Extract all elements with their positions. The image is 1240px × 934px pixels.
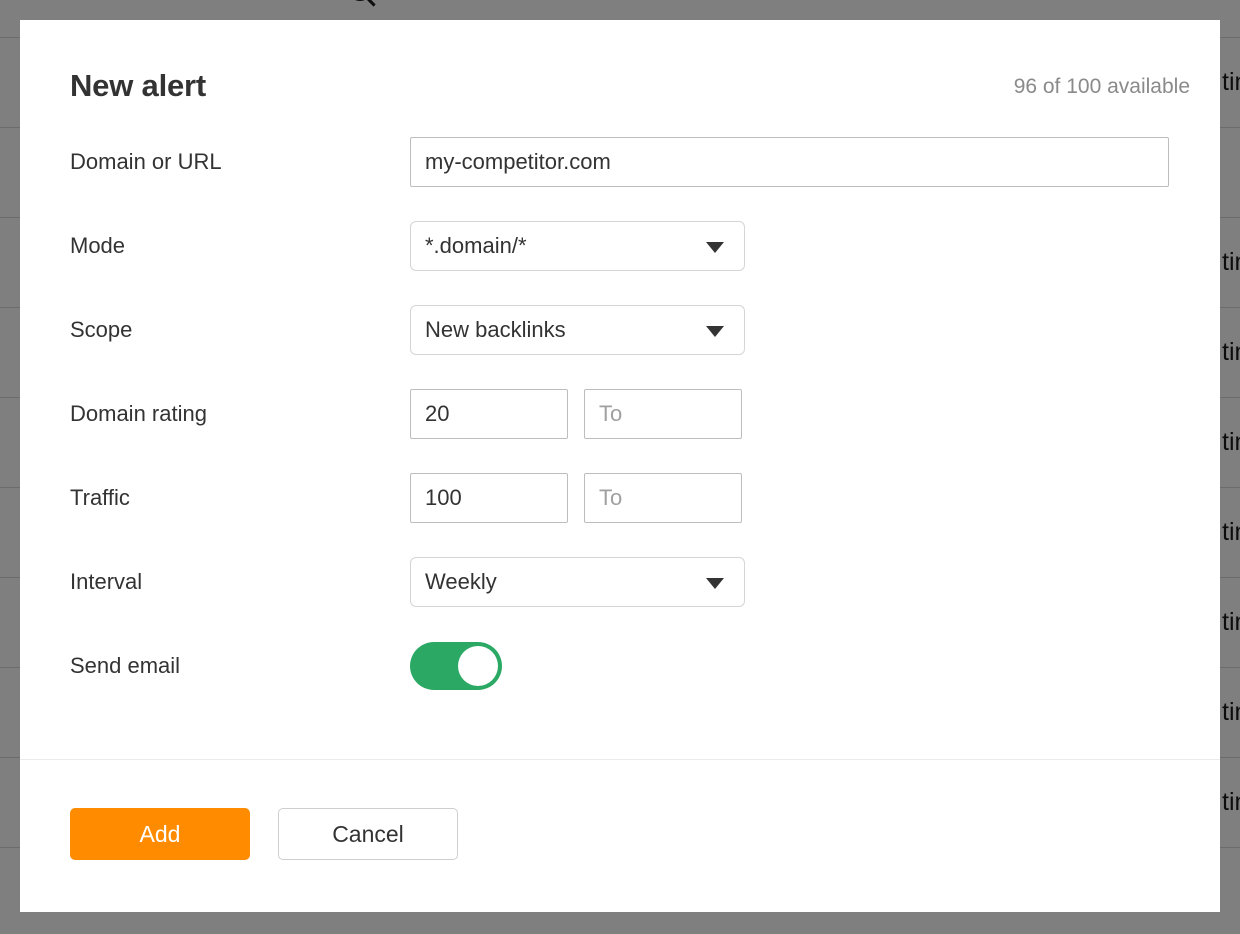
send-email-control — [410, 642, 502, 690]
chevron-down-icon — [706, 326, 724, 337]
page-root: URL New backlinks All All tim tim tim ti… — [0, 0, 1240, 934]
scope-control: New backlinks — [410, 305, 745, 355]
quota-label: 96 of 100 available — [1013, 75, 1190, 98]
send-email-label: Send email — [70, 653, 181, 678]
domain-rating-to-input[interactable] — [584, 389, 742, 439]
scope-select[interactable]: New backlinks — [410, 305, 745, 355]
field-row-mode: Mode *.domain/* — [20, 204, 1220, 288]
domain-label: Domain or URL — [70, 149, 222, 174]
cancel-button[interactable]: Cancel — [278, 808, 458, 860]
field-row-traffic: Traffic — [20, 456, 1220, 540]
mode-select[interactable]: *.domain/* — [410, 221, 745, 271]
domain-control — [410, 137, 1169, 187]
traffic-to-input[interactable] — [584, 473, 742, 523]
domain-rating-control — [410, 389, 742, 439]
traffic-label: Traffic — [70, 485, 130, 510]
domain-input[interactable] — [410, 137, 1169, 187]
mode-select-value: *.domain/* — [425, 233, 527, 258]
interval-control: Weekly — [410, 557, 745, 607]
dialog-footer: Add Cancel — [20, 759, 1220, 912]
field-row-send-email: Send email — [20, 624, 1220, 708]
domain-rating-label: Domain rating — [70, 401, 207, 426]
scope-select-value: New backlinks — [425, 317, 566, 342]
alert-form: Domain or URL Mode *.domain/* — [20, 120, 1220, 708]
field-row-domain-rating: Domain rating — [20, 372, 1220, 456]
interval-select[interactable]: Weekly — [410, 557, 745, 607]
add-button[interactable]: Add — [70, 808, 250, 860]
traffic-from-input[interactable] — [410, 473, 568, 523]
interval-select-value: Weekly — [425, 569, 497, 594]
mode-control: *.domain/* — [410, 221, 745, 271]
dialog-header: New alert 96 of 100 available — [20, 20, 1220, 120]
field-row-interval: Interval Weekly — [20, 540, 1220, 624]
interval-label: Interval — [70, 569, 143, 594]
toggle-knob — [458, 646, 498, 686]
scope-label: Scope — [70, 317, 133, 342]
field-row-scope: Scope New backlinks — [20, 288, 1220, 372]
chevron-down-icon — [706, 242, 724, 253]
send-email-toggle[interactable] — [410, 642, 502, 690]
page-title: New alert — [70, 68, 207, 103]
field-row-domain: Domain or URL — [20, 120, 1220, 204]
new-alert-dialog: New alert 96 of 100 available Domain or … — [20, 20, 1220, 912]
chevron-down-icon — [706, 578, 724, 589]
domain-rating-from-input[interactable] — [410, 389, 568, 439]
dialog-body: New alert 96 of 100 available Domain or … — [20, 20, 1220, 759]
mode-label: Mode — [70, 233, 126, 258]
traffic-control — [410, 473, 742, 523]
